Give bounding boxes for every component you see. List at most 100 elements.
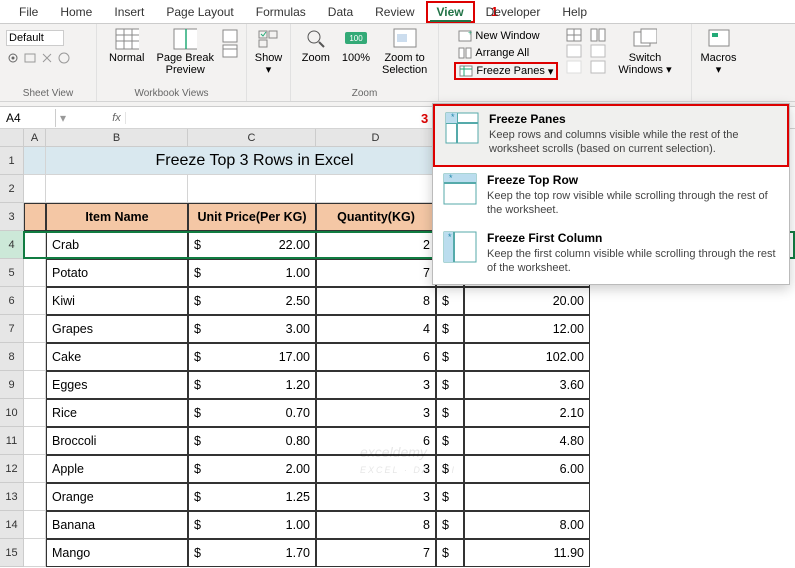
row-header-5[interactable]: 5 (0, 259, 24, 287)
options-icon[interactable] (57, 51, 71, 65)
cell[interactable]: 20.00 (464, 287, 590, 315)
row-header-12[interactable]: 12 (0, 455, 24, 483)
cell[interactable]: $ (436, 483, 464, 511)
cell[interactable] (24, 287, 46, 315)
row-header-4[interactable]: 4 (0, 231, 24, 259)
cell[interactable]: $ (436, 539, 464, 567)
arrange-all-button[interactable]: Arrange All (454, 45, 558, 61)
freeze-panes-button[interactable]: Freeze Panes ▾ (454, 62, 558, 80)
row-header-15[interactable]: 15 (0, 539, 24, 567)
cell[interactable] (46, 175, 188, 203)
sync-scroll-icon[interactable] (590, 44, 606, 58)
cell[interactable]: $2.50 (188, 287, 316, 315)
freeze-top-row-item[interactable]: * Freeze Top RowKeep the top row visible… (433, 167, 789, 226)
cell[interactable]: 3 (316, 371, 436, 399)
cell[interactable]: Freeze Top 3 Rows in Excel (46, 147, 464, 175)
cell[interactable] (24, 203, 46, 231)
cell[interactable] (24, 175, 46, 203)
cell[interactable] (24, 259, 46, 287)
eye-icon[interactable] (6, 51, 20, 65)
cell[interactable]: Apple (46, 455, 188, 483)
cell[interactable]: Egges (46, 371, 188, 399)
macros-button[interactable]: Macros▾ (696, 26, 740, 78)
cell[interactable]: $0.80 (188, 427, 316, 455)
cell[interactable]: 12.00 (464, 315, 590, 343)
cell[interactable]: $ (436, 287, 464, 315)
row-header-14[interactable]: 14 (0, 511, 24, 539)
cell[interactable] (24, 539, 46, 567)
row-header-6[interactable]: 6 (0, 287, 24, 315)
fx-label[interactable]: fx (108, 112, 126, 124)
cell[interactable]: $1.25 (188, 483, 316, 511)
cell[interactable]: 4 (316, 315, 436, 343)
split-icon[interactable] (566, 28, 582, 42)
row-header-9[interactable]: 9 (0, 371, 24, 399)
cell[interactable]: 2 (316, 231, 436, 259)
cell[interactable]: Item Name (46, 203, 188, 231)
cell[interactable]: 3 (316, 399, 436, 427)
cell[interactable]: Banana (46, 511, 188, 539)
cell[interactable] (24, 315, 46, 343)
cell[interactable]: $17.00 (188, 343, 316, 371)
sheetview-dropdown[interactable] (6, 30, 64, 46)
row-header-2[interactable]: 2 (0, 175, 24, 203)
cell[interactable]: 7 (316, 539, 436, 567)
tab-data[interactable]: Data (317, 1, 364, 23)
cell[interactable]: $ (436, 511, 464, 539)
zoom-selection-button[interactable]: Zoom to Selection (378, 26, 431, 78)
tab-view[interactable]: View (426, 1, 475, 23)
cell[interactable]: Rice (46, 399, 188, 427)
cell[interactable]: $1.00 (188, 511, 316, 539)
zoom-button[interactable]: Zoom (298, 26, 334, 66)
cell[interactable]: $3.00 (188, 315, 316, 343)
hide-icon[interactable] (566, 44, 582, 58)
cell[interactable]: $22.00 (188, 231, 316, 259)
cell[interactable]: 8 (316, 287, 436, 315)
tab-pagelayout[interactable]: Page Layout (155, 1, 244, 23)
cell[interactable]: $1.20 (188, 371, 316, 399)
freeze-first-col-item[interactable]: * Freeze First ColumnKeep the first colu… (433, 225, 789, 284)
exit-icon[interactable] (40, 51, 54, 65)
cell[interactable]: $ (436, 427, 464, 455)
cell[interactable]: $0.70 (188, 399, 316, 427)
cell[interactable]: 6 (316, 343, 436, 371)
row-header-11[interactable]: 11 (0, 427, 24, 455)
cell[interactable]: 6 (316, 427, 436, 455)
freeze-panes-item[interactable]: * Freeze PanesKeep rows and columns visi… (433, 104, 789, 167)
cell[interactable]: 8.00 (464, 511, 590, 539)
cell[interactable]: 8 (316, 511, 436, 539)
row-header-8[interactable]: 8 (0, 343, 24, 371)
cell[interactable]: 3 (316, 483, 436, 511)
cell[interactable]: 7 (316, 259, 436, 287)
show-button[interactable]: Show ▾ (251, 26, 287, 78)
cell[interactable]: $ (436, 343, 464, 371)
name-box[interactable]: A4 (0, 109, 56, 127)
switch-windows-button[interactable]: Switch Windows ▾ (614, 26, 675, 78)
cell[interactable]: $ (436, 371, 464, 399)
cell[interactable] (316, 175, 436, 203)
tab-review[interactable]: Review (364, 1, 425, 23)
cell[interactable] (24, 147, 46, 175)
cell[interactable]: Grapes (46, 315, 188, 343)
cell[interactable]: 2.10 (464, 399, 590, 427)
reset-pos-icon[interactable] (590, 60, 606, 74)
new-window-button[interactable]: +New Window (454, 28, 558, 44)
cell[interactable] (24, 231, 46, 259)
col-header-D[interactable]: D (316, 129, 436, 147)
cell[interactable]: 3 (316, 455, 436, 483)
cell[interactable] (464, 483, 590, 511)
row-header-3[interactable]: 3 (0, 203, 24, 231)
cell[interactable]: Kiwi (46, 287, 188, 315)
zoom-100-button[interactable]: 100 100% (338, 26, 374, 66)
col-header-B[interactable]: B (46, 129, 188, 147)
row-header-10[interactable]: 10 (0, 399, 24, 427)
cell[interactable] (24, 455, 46, 483)
cell[interactable]: $ (436, 399, 464, 427)
unhide-icon[interactable] (566, 60, 582, 74)
cell[interactable]: Crab (46, 231, 188, 259)
cell[interactable] (188, 175, 316, 203)
cell[interactable]: Mango (46, 539, 188, 567)
cell[interactable]: $ (436, 455, 464, 483)
cell[interactable]: Quantity(KG) (316, 203, 436, 231)
col-header-C[interactable]: C (188, 129, 316, 147)
